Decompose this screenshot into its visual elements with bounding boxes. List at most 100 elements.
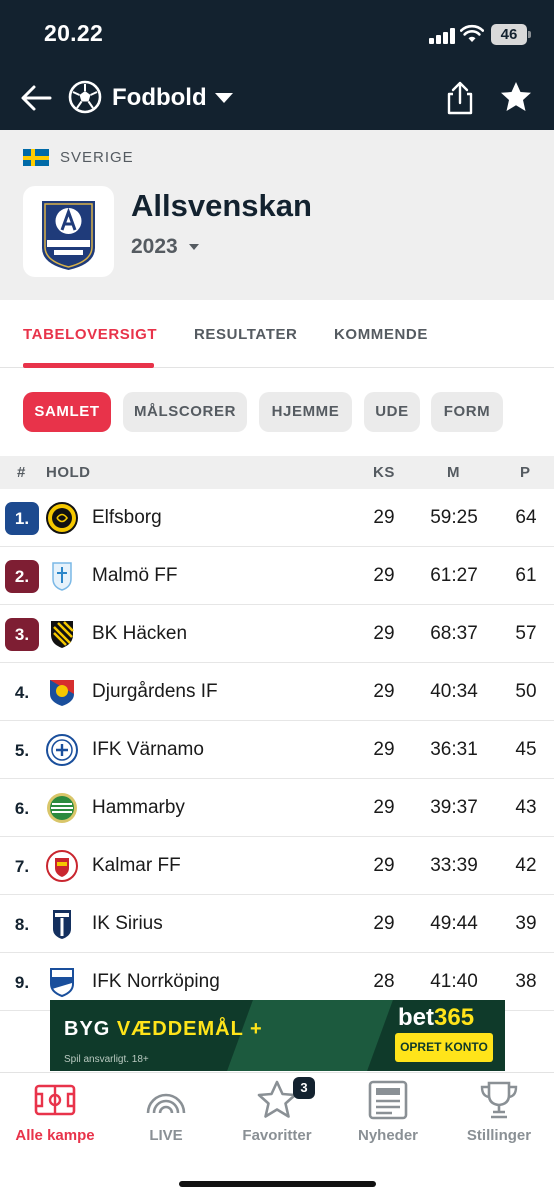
chip-away[interactable]: UDE	[364, 392, 420, 432]
nav-label: Stillinger	[466, 1127, 532, 1144]
sport-selector[interactable]: Fodbold	[112, 84, 207, 112]
rank-label: 4.	[14, 683, 30, 702]
nav-label: Favoritter	[242, 1127, 312, 1144]
nav-all-matches[interactable]: Alle kampe	[0, 1083, 110, 1144]
chip-overall[interactable]: SAMLET	[23, 392, 111, 432]
ad-headline: BYG VÆDDEMÅL +	[64, 1018, 263, 1040]
goals-value: 40:34	[430, 681, 478, 702]
table-row[interactable]: 3. BK Häcken 29 68:37 57	[0, 605, 554, 663]
goals-value: 59:25	[430, 507, 478, 528]
wifi-icon	[460, 24, 484, 42]
ad-cta-button[interactable]: OPRET KONTO	[395, 1033, 493, 1062]
points-value: 38	[515, 971, 537, 992]
rank-label: 7.	[14, 857, 30, 876]
arrow-left-icon[interactable]	[18, 80, 54, 116]
team-crest-icon	[51, 621, 74, 648]
table-row[interactable]: 6. Hammarby 29 39:37 43	[0, 779, 554, 837]
table-row[interactable]: 4. Djurgårdens IF 29 40:34 50	[0, 663, 554, 721]
nav-label: Nyheder	[357, 1127, 419, 1144]
goals-value: 49:44	[430, 913, 478, 934]
team-name: IFK Värnamo	[92, 739, 204, 760]
team-name: Hammarby	[92, 797, 185, 818]
filter-chips: SAMLET MÅLSCORER HJEMME UDE FORM	[0, 368, 554, 456]
team-crest-icon	[47, 793, 77, 823]
played-value: 29	[373, 623, 395, 644]
star-icon[interactable]	[499, 80, 533, 114]
chevron-down-icon[interactable]	[215, 93, 233, 103]
team-name: IK Sirius	[92, 913, 163, 934]
team-crest-icon	[46, 850, 78, 882]
team-name: IFK Norrköping	[92, 971, 220, 992]
nav-favorites[interactable]: Favoritter	[222, 1080, 332, 1144]
played-value: 29	[373, 739, 395, 760]
played-value: 29	[373, 913, 395, 934]
league-header: SVERIGE Allsvenskan 2023	[0, 130, 554, 300]
goals-value: 41:40	[430, 971, 478, 992]
team-crest-icon	[53, 910, 71, 939]
league-title: Allsvenskan	[131, 188, 312, 223]
team-name: Malmö FF	[92, 565, 178, 586]
rank-badge: 1.	[5, 502, 39, 535]
tab-results[interactable]: RESULTATER	[194, 326, 298, 343]
nav-live[interactable]: LIVE	[111, 1083, 221, 1144]
team-name: Elfsborg	[92, 507, 162, 528]
season-selector[interactable]: 2023	[131, 235, 178, 259]
nav-standings[interactable]: Stillinger	[444, 1081, 554, 1144]
rank-label: 5.	[14, 741, 30, 760]
table-row[interactable]: 2. Malmö FF 29 61:27 61	[0, 547, 554, 605]
col-rank: #	[17, 464, 26, 481]
ad-disclaimer: Spil ansvarligt. 18+	[64, 1054, 149, 1065]
team-crest-icon	[50, 680, 74, 706]
battery-indicator: 46	[491, 24, 531, 45]
chevron-down-icon[interactable]	[189, 244, 199, 250]
table-row[interactable]: 5. IFK Värnamo 29 36:31 45	[0, 721, 554, 779]
goals-value: 39:37	[430, 797, 478, 818]
live-icon	[146, 1093, 186, 1114]
chip-form[interactable]: FORM	[431, 392, 503, 432]
top-bar: 20.22 46 Fodbold	[0, 0, 554, 130]
signal-icon	[429, 28, 455, 44]
chip-home[interactable]: HJEMME	[259, 392, 352, 432]
home-indicator[interactable]	[179, 1181, 376, 1187]
team-name: Djurgårdens IF	[92, 681, 218, 702]
table-row[interactable]: 8. IK Sirius 29 49:44 39	[0, 895, 554, 953]
points-value: 43	[515, 797, 537, 818]
points-value: 50	[515, 681, 537, 702]
played-value: 29	[373, 565, 395, 586]
col-points: P	[520, 464, 531, 481]
points-value: 39	[515, 913, 537, 934]
ad-brand-logo: bet365	[398, 1004, 475, 1031]
played-value: 29	[373, 855, 395, 876]
nav-label: LIVE	[149, 1127, 183, 1144]
table-row[interactable]: 7. Kalmar FF 29 33:39 42	[0, 837, 554, 895]
share-icon[interactable]	[444, 80, 476, 116]
nav-news[interactable]: Nyheder	[333, 1080, 443, 1144]
played-value: 29	[373, 797, 395, 818]
team-name: Kalmar FF	[92, 855, 181, 876]
favorites-count-badge: 3	[293, 1077, 315, 1099]
tab-table-overview[interactable]: TABELOVERSIGT	[23, 326, 157, 343]
col-team: HOLD	[46, 464, 91, 481]
tab-upcoming[interactable]: KOMMENDE	[334, 326, 428, 343]
app-screen: 20.22 46 Fodbold SVERIGE Allsvenskan 202…	[0, 0, 554, 1200]
pitch-icon	[34, 1084, 76, 1116]
played-value: 29	[373, 507, 395, 528]
points-value: 42	[515, 855, 537, 876]
points-value: 57	[515, 623, 537, 644]
chip-top-scorers[interactable]: MÅLSCORER	[123, 392, 247, 432]
points-value: 64	[515, 507, 537, 528]
points-value: 45	[515, 739, 537, 760]
col-played: KS	[373, 464, 395, 481]
rank-badge: 2.	[5, 560, 39, 593]
ad-banner[interactable]: BYG VÆDDEMÅL + Spil ansvarligt. 18+ bet3…	[50, 1000, 505, 1071]
col-goals: M	[447, 464, 460, 481]
sweden-flag-icon	[23, 149, 49, 166]
team-crest-icon	[50, 968, 74, 998]
rank-label: 6.	[14, 799, 30, 818]
played-value: 29	[373, 681, 395, 702]
team-crest-icon	[46, 502, 78, 534]
table-row[interactable]: 1. Elfsborg 29 59:25 64	[0, 489, 554, 547]
tab-bar: TABELOVERSIGT RESULTATER KOMMENDE	[0, 300, 554, 368]
rank-label: 8.	[14, 915, 30, 934]
table-header: # HOLD KS M P	[0, 456, 554, 489]
